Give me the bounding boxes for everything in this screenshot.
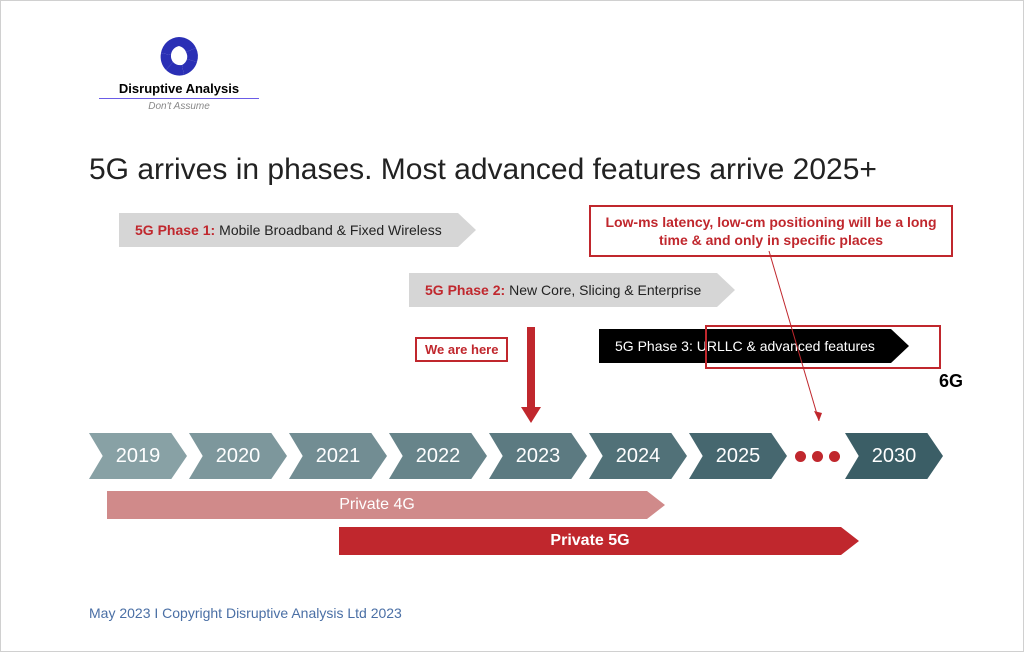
year-chevron: 2024 bbox=[589, 433, 687, 479]
footer-copyright: May 2023 I Copyright Disruptive Analysis… bbox=[89, 605, 402, 621]
brand-logo-icon bbox=[156, 33, 202, 79]
private-4g-label: Private 4G bbox=[107, 491, 647, 519]
sixg-label: 6G bbox=[939, 371, 963, 392]
latency-callout: Low-ms latency, low-cm positioning will … bbox=[589, 205, 953, 257]
callout-connector-line bbox=[764, 251, 824, 421]
we-are-here-arrow-icon bbox=[521, 327, 541, 423]
private-5g-label: Private 5G bbox=[339, 527, 841, 555]
phase3-label: 5G Phase 3: bbox=[615, 338, 693, 354]
year-timeline: 2019 2020 2021 2022 2023 2024 2025 2030 bbox=[89, 433, 945, 479]
year-chevron: 2021 bbox=[289, 433, 387, 479]
brand-name: Disruptive Analysis bbox=[99, 81, 259, 99]
brand-logo: Disruptive Analysis Don't Assume bbox=[99, 33, 259, 112]
private-5g-arrow: Private 5G bbox=[339, 527, 859, 555]
phase1-text: Mobile Broadband & Fixed Wireless bbox=[219, 222, 442, 238]
phase1-label: 5G Phase 1: bbox=[135, 222, 215, 238]
year-chevron: 2022 bbox=[389, 433, 487, 479]
phase2-text: New Core, Slicing & Enterprise bbox=[509, 282, 701, 298]
we-are-here-label: We are here bbox=[415, 337, 508, 362]
brand-tagline: Don't Assume bbox=[99, 101, 259, 112]
year-chevron: 2023 bbox=[489, 433, 587, 479]
year-chevron: 2020 bbox=[189, 433, 287, 479]
year-chevron: 2019 bbox=[89, 433, 187, 479]
phase2-label: 5G Phase 2: bbox=[425, 282, 505, 298]
phase1-arrow: 5G Phase 1: Mobile Broadband & Fixed Wir… bbox=[119, 213, 589, 247]
year-chevron: 2030 bbox=[845, 433, 943, 479]
year-chevron: 2025 bbox=[689, 433, 787, 479]
timeline-ellipsis-icon bbox=[789, 433, 845, 479]
private-4g-arrow: Private 4G bbox=[107, 491, 665, 519]
page-title: 5G arrives in phases. Most advanced feat… bbox=[89, 153, 877, 187]
